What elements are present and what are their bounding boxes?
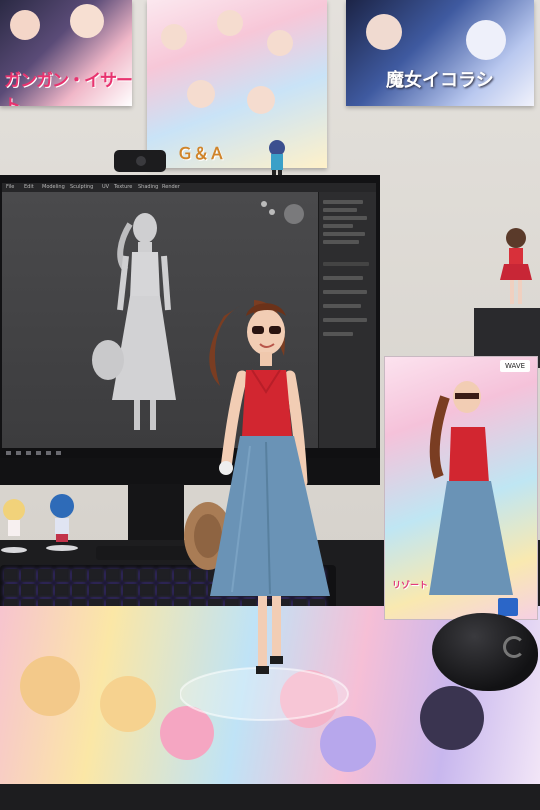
- mousepad-character: [20, 656, 80, 716]
- box-logo: WAVE: [500, 360, 530, 372]
- panel-row[interactable]: [323, 224, 353, 228]
- taskbar-icon[interactable]: [46, 451, 51, 455]
- box-art-figure: [429, 381, 513, 595]
- mousepad-character: [100, 676, 156, 732]
- panel-row[interactable]: [323, 208, 357, 212]
- taskbar-icon[interactable]: [26, 451, 31, 455]
- keyboard-key[interactable]: [72, 584, 87, 597]
- shelf-figure: [500, 228, 532, 304]
- keyboard-key[interactable]: [38, 584, 53, 597]
- keyboard-key[interactable]: [55, 569, 70, 582]
- poster-right: 魔女イコラシ: [346, 0, 534, 106]
- keyboard-key[interactable]: [106, 584, 121, 597]
- keyboard-key[interactable]: [89, 569, 104, 582]
- menu-item[interactable]: File: [6, 184, 14, 190]
- menu-item[interactable]: Sculpting: [70, 184, 93, 190]
- keyboard-key[interactable]: [140, 569, 155, 582]
- keyboard-key[interactable]: [4, 584, 19, 597]
- poster-character: [187, 80, 215, 108]
- poster-character: [247, 86, 275, 114]
- desk-figure-blue: [46, 494, 78, 551]
- panel-row[interactable]: [323, 216, 367, 220]
- menu-item[interactable]: Texture: [114, 184, 132, 190]
- menu-item[interactable]: Edit: [24, 184, 34, 190]
- taskbar-icon[interactable]: [56, 451, 61, 455]
- poster-character: [267, 30, 293, 56]
- taskbar-icon[interactable]: [36, 451, 41, 455]
- poster-middle: Ｇ＆Ａ: [147, 0, 327, 168]
- panel-row[interactable]: [323, 200, 363, 204]
- poster-middle-title: Ｇ＆Ａ: [177, 144, 226, 163]
- poster-right-title: 魔女イコラシ: [386, 70, 494, 91]
- menu-bar: File Edit Modeling Sculpting UV Texture …: [2, 183, 376, 192]
- box-title: リゾート: [392, 581, 429, 591]
- poster-left: ガンガン・イサート: [0, 0, 132, 106]
- keyboard-key[interactable]: [21, 584, 36, 597]
- panel-row[interactable]: [323, 240, 359, 244]
- logo-mark-icon: [498, 598, 518, 616]
- panel-row[interactable]: [323, 262, 369, 266]
- keyboard-key[interactable]: [123, 569, 138, 582]
- viewport-gizmo-icon[interactable]: [252, 198, 312, 238]
- poster-character: [70, 4, 104, 38]
- keyboard-key[interactable]: [72, 569, 87, 582]
- main-figure: [180, 300, 349, 721]
- menu-item[interactable]: Modeling: [42, 184, 65, 190]
- keyboard-key[interactable]: [157, 569, 172, 582]
- mousepad-character: [420, 686, 484, 750]
- panel-row[interactable]: [323, 276, 363, 280]
- poster-character: [10, 10, 40, 40]
- webcam-lens: [136, 156, 146, 166]
- poster-character: [466, 20, 506, 60]
- keyboard-key[interactable]: [38, 569, 53, 582]
- keyboard-key[interactable]: [140, 584, 155, 597]
- keyboard-key[interactable]: [157, 584, 172, 597]
- monitor-top-figure: [269, 140, 285, 178]
- poster-character: [161, 24, 187, 50]
- keyboard-key[interactable]: [55, 584, 70, 597]
- poster-character: [217, 10, 243, 36]
- keyboard-key[interactable]: [89, 584, 104, 597]
- keyboard-key[interactable]: [123, 584, 138, 597]
- menu-item[interactable]: UV: [102, 184, 109, 190]
- keyboard-key[interactable]: [4, 569, 19, 582]
- keyboard-key[interactable]: [21, 569, 36, 582]
- poster-left-title: ガンガン・イサート: [4, 71, 132, 106]
- webcam-icon: [114, 150, 166, 172]
- poster-character: [366, 14, 402, 50]
- menu-item[interactable]: Shading: [138, 184, 158, 190]
- menu-item[interactable]: Render: [162, 184, 180, 190]
- taskbar-icon[interactable]: [6, 451, 11, 455]
- keyboard-key[interactable]: [106, 569, 121, 582]
- panel-row[interactable]: [323, 290, 367, 294]
- taskbar-icon[interactable]: [16, 451, 21, 455]
- desk-figure-blonde: [1, 499, 27, 553]
- panel-row[interactable]: [323, 232, 365, 236]
- mouse-logo-icon: [503, 636, 525, 658]
